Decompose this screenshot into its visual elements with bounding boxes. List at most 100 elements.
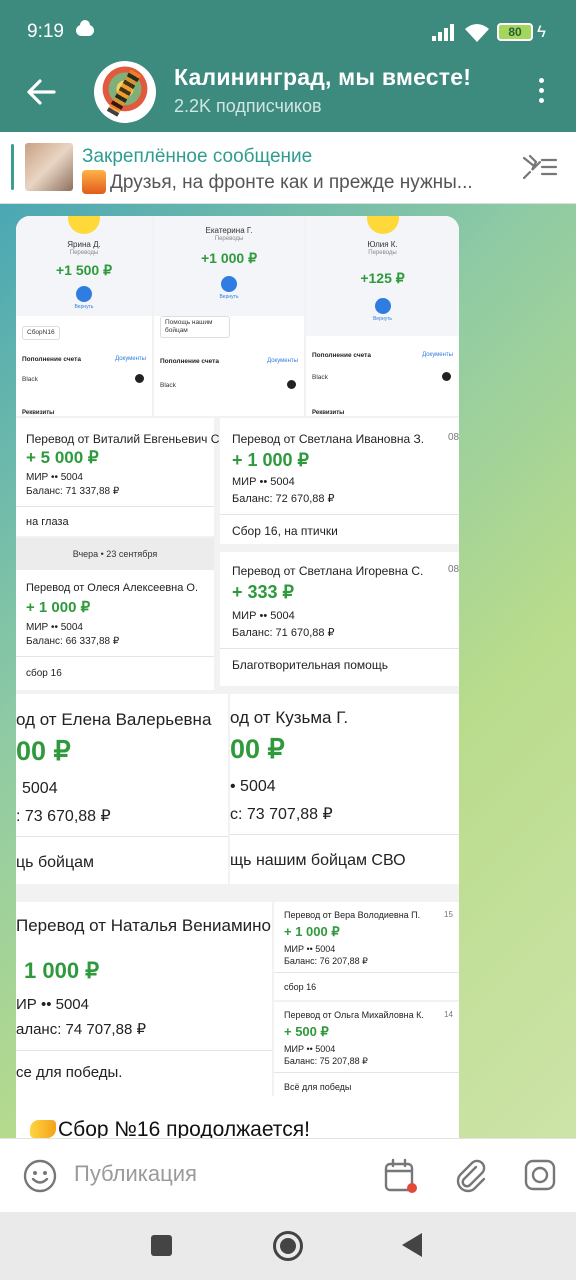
day-separator: Вчера • 23 сентября xyxy=(16,538,214,570)
receipt-card: Екатерина Г. Переводы +1 000 ₽ Вернуть П… xyxy=(154,216,304,416)
receipt-status: Переводы xyxy=(69,250,99,256)
transfer-note: Сбор 16, на птички xyxy=(232,524,338,538)
emoji-icon[interactable] xyxy=(22,1158,58,1194)
pinned-thumbnail xyxy=(25,143,73,191)
transfer-time: 08 xyxy=(448,432,459,443)
transfer-balance: Баланс: 66 337,88 ₽ xyxy=(26,636,120,647)
caption-text: Сбор №16 продолжается! xyxy=(58,1118,310,1138)
transfer-balance: Баланс: 71 337,88 ₽ xyxy=(26,486,120,497)
attach-icon[interactable] xyxy=(452,1157,488,1193)
transfer-card-number: МИР •• 5004 xyxy=(284,1044,336,1054)
refund-label: Вернуть xyxy=(372,316,393,322)
transfer-balance: Баланс: 72 670,88 ₽ xyxy=(232,493,335,505)
transfer-note: сбор 16 xyxy=(26,668,62,679)
transfer-balance: Баланс: 71 670,88 ₽ xyxy=(232,627,335,639)
back-icon[interactable] xyxy=(24,76,58,108)
transfer-head: Перевод от Олеся Алексеевна О. xyxy=(26,582,199,594)
transfer-note: се для победы. xyxy=(16,1064,123,1081)
transfer-card: Перевод от Вера Володиевна П. 15 + 1 000… xyxy=(274,902,459,1000)
home-icon[interactable] xyxy=(273,1231,303,1261)
receipt-name: Юлия К. xyxy=(367,240,398,249)
receipt-note: Помощь нашим бойцам xyxy=(160,316,230,338)
battery-level: 80 xyxy=(508,25,522,39)
receipt-note: СборN16 xyxy=(22,326,60,340)
transfer-card-number: • 5004 xyxy=(230,778,276,795)
transfer-card: Перевод от Ольга Михайловна К. 14 + 500 … xyxy=(274,1002,459,1096)
receipt-amount: +1 000 ₽ xyxy=(200,250,257,266)
wifi-icon xyxy=(465,24,489,42)
receipt-amount: +125 ₽ xyxy=(360,270,405,286)
recents-icon[interactable] xyxy=(151,1235,172,1256)
transfer-amount: + 5 000 ₽ xyxy=(26,448,99,467)
receipt-docs: Документы xyxy=(422,352,453,358)
receipt-ops: Пополнение счета xyxy=(160,358,219,365)
transfer-time: 14 xyxy=(444,1010,453,1019)
card-icon xyxy=(135,374,144,383)
transfer-note: сбор 16 xyxy=(284,982,317,992)
transfer-balance: : 73 670,88 ₽ xyxy=(16,808,111,825)
transfer-head: Перевод от Светлана Ивановна З. xyxy=(232,432,425,446)
channel-title[interactable]: Калининград, мы вместе! xyxy=(174,64,471,91)
transfer-card-number: МИР •• 5004 xyxy=(232,610,295,622)
transfer-note: щь нашим бойцам СВО xyxy=(230,852,406,869)
transfer-card: Перевод от Светлана Ивановна З. 08 + 1 0… xyxy=(220,418,459,544)
transfer-card: од от Елена Валерьевна 00 ₽ 5004 : 73 67… xyxy=(16,694,228,884)
pointing-hand-icon xyxy=(30,1120,56,1138)
transfer-card-number: МИР •• 5004 xyxy=(284,944,336,954)
transfer-amount: 1 000 ₽ xyxy=(24,958,100,983)
message-composer: Публикация xyxy=(0,1138,576,1212)
receipt-status: Переводы xyxy=(214,236,244,242)
chat-header: Калининград, мы вместе! 2.2K подписчиков xyxy=(0,61,576,132)
transfer-note: Всё для победы xyxy=(284,1082,352,1092)
transfer-card: од от Кузьма Г. 00 ₽ • 5004 с: 73 707,88… xyxy=(230,694,459,884)
transfer-balance: Баланс: 75 207,88 ₽ xyxy=(284,1056,368,1066)
receipt-amount: +1 500 ₽ xyxy=(55,262,112,278)
card-icon xyxy=(287,380,296,389)
transfer-amount: 00 ₽ xyxy=(16,736,71,766)
message-input[interactable]: Публикация xyxy=(74,1161,197,1187)
camera-icon[interactable] xyxy=(522,1157,558,1193)
transfer-balance: Баланс: 76 207,88 ₽ xyxy=(284,956,368,966)
message-bubble[interactable]: Ярина Д. Переводы +1 500 ₽ Вернуть СборN… xyxy=(16,216,459,1138)
charging-icon: ϟ xyxy=(537,22,546,41)
receipt-card-type: Black xyxy=(312,374,328,381)
transfer-card: Перевод от Наталья Вениаминовна 1 000 ₽ … xyxy=(16,902,272,1096)
transfer-card: Перевод от Олеся Алексеевна О. + 1 000 ₽… xyxy=(16,570,214,690)
refund-icon xyxy=(76,286,92,302)
message-caption: Сбор №16 продолжается! xyxy=(30,1118,310,1138)
refund-label: Вернуть xyxy=(74,304,94,310)
receipt-card: Ярина Д. Переводы +1 500 ₽ Вернуть СборN… xyxy=(16,216,152,416)
refund-icon xyxy=(374,298,391,314)
transfer-time: 15 xyxy=(444,910,453,919)
transfer-card-number: МИР •• 5004 xyxy=(26,472,83,483)
transfer-note: ць бойцам xyxy=(16,854,95,871)
transfer-card-number: МИР •• 5004 xyxy=(232,476,295,488)
receipt-name: Екатерина Г. xyxy=(205,226,253,235)
receipt-ops: Пополнение счета xyxy=(312,352,371,359)
transfer-card-number: 5004 xyxy=(22,780,58,797)
pinned-indicator xyxy=(11,144,14,190)
transfer-time: 08 xyxy=(448,564,459,575)
receipt-status: Переводы xyxy=(368,250,397,256)
channel-avatar[interactable] xyxy=(94,61,156,123)
receipt-ops: Пополнение счета xyxy=(22,356,81,363)
photo-collage[interactable]: Ярина Д. Переводы +1 500 ₽ Вернуть СборN… xyxy=(16,216,459,1096)
receipt-req: Реквизиты xyxy=(312,410,345,416)
signal-icon xyxy=(432,24,454,41)
subscriber-count: 2.2K подписчиков xyxy=(174,96,322,116)
transfer-head: Перевод от Светлана Игоревна С. xyxy=(232,564,424,578)
transfer-amount: 00 ₽ xyxy=(230,734,285,764)
transfer-amount: + 500 ₽ xyxy=(284,1024,329,1039)
unpin-icon[interactable] xyxy=(520,152,558,182)
transfer-card-number: МИР •• 5004 xyxy=(26,622,83,633)
calendar-icon[interactable] xyxy=(382,1157,420,1195)
transfer-head: Перевод от Наталья Вениаминовна xyxy=(16,916,272,935)
transfer-head: Перевод от Ольга Михайловна К. xyxy=(284,1010,424,1020)
transfer-head: Перевод от Вера Володиевна П. xyxy=(284,910,421,920)
system-back-icon[interactable] xyxy=(402,1233,422,1257)
menu-icon[interactable] xyxy=(532,78,550,106)
receipt-card-type: Black xyxy=(160,382,176,389)
receipt-card-type: Black xyxy=(22,376,38,383)
pinned-message-bar[interactable]: Закреплённое сообщение Друзья, на фронте… xyxy=(0,132,576,204)
receipt-req: Реквизиты xyxy=(22,410,55,416)
